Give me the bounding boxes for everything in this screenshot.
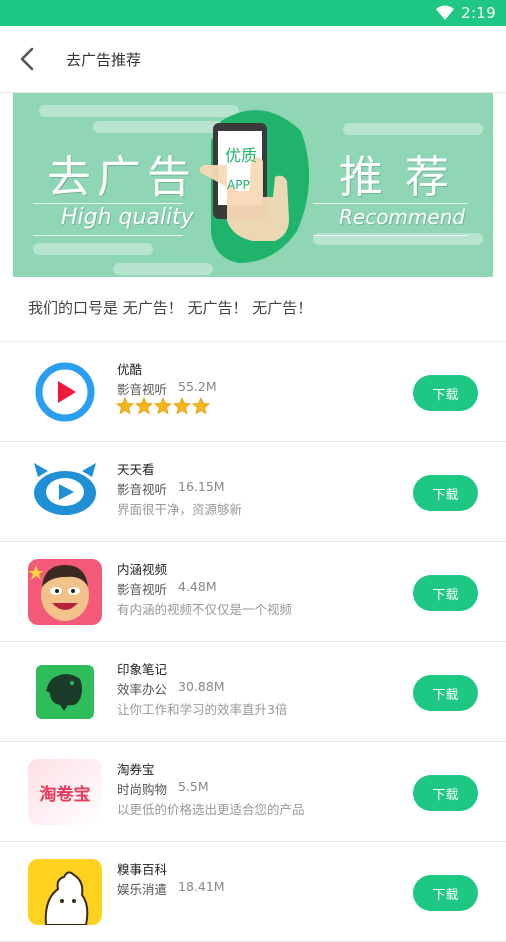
neihan-video-app-icon [28,559,102,625]
app-description: 让你工作和学习的效率直升3倍 [117,702,288,717]
qiushibaike-app-icon [28,859,102,925]
app-description: 有内涵的视频不仅仅是一个视频 [117,602,293,617]
star-icon [154,397,172,415]
phone-hand-illustration: 优质 APP [199,110,310,263]
tiantiankan-app-icon [28,459,102,525]
app-size: 55.2M [178,379,217,394]
app-name: 印象笔记 [117,662,168,677]
list-item[interactable]: 淘卷宝 淘券宝 时尚购物 5.5M 以更低的价格选出更适合您的产品 下载 [0,742,506,842]
taoquanbao-icon-text: 淘卷宝 [40,784,91,805]
promo-banner[interactable]: 去广告 推荐 High quality Recommend 优质 APP [13,93,493,277]
app-list: 优酷 影音视听 55.2M 下载 天天看 影音视听 16.15M 界面很干净，资… [0,342,506,942]
app-category: 影音视听 [117,482,168,497]
list-item[interactable]: 天天看 影音视听 16.15M 界面很干净，资源够新 下载 [0,442,506,542]
list-item[interactable]: 内涵视频 影音视听 4.48M 有内涵的视频不仅仅是一个视频 下载 [0,542,506,642]
app-size: 18.41M [178,879,225,894]
banner-subtitle-right: Recommend [339,205,466,229]
app-description: 界面很干净，资源够新 [117,502,243,517]
status-bar: 2:19 [0,0,506,26]
download-button[interactable]: 下载 [413,775,478,811]
phone-text-1: 优质 [225,146,257,165]
list-item[interactable]: 糗事百科 娱乐消遣 18.41M 下载 [0,842,506,942]
star-icon [192,397,210,415]
banner-title-left: 去广告 [47,152,197,203]
taoquanbao-app-icon: 淘卷宝 [28,759,102,825]
app-category: 影音视听 [117,582,168,597]
app-name: 天天看 [117,462,155,477]
star-icon [135,397,153,415]
app-description: 以更低的价格选出更适合您的产品 [117,802,305,817]
app-size: 4.48M [178,579,217,594]
app-bar: 去广告推荐 [0,26,506,93]
download-button[interactable]: 下载 [413,875,478,911]
page-title: 去广告推荐 [66,51,142,69]
app-category: 效率办公 [117,682,168,697]
banner-subtitle-left: High quality [61,205,194,230]
back-arrow-icon[interactable] [17,46,37,72]
youku-app-icon [28,359,102,425]
download-button[interactable]: 下载 [413,575,478,611]
download-button[interactable]: 下载 [413,375,478,411]
list-item[interactable]: 优酷 影音视听 55.2M 下载 [0,342,506,442]
app-category: 影音视听 [117,382,168,397]
app-category: 娱乐消遣 [117,882,168,897]
list-item[interactable]: 印象笔记 效率办公 30.88M 让你工作和学习的效率直升3倍 下载 [0,642,506,742]
banner-title-right: 推荐 [339,152,471,203]
app-name: 淘券宝 [117,762,155,777]
slogan-text: 我们的口号是 无广告！ 无广告！ 无广告！ [28,299,313,317]
download-button[interactable]: 下载 [413,475,478,511]
app-size: 16.15M [178,479,225,494]
wifi-icon [436,5,454,20]
star-icon [173,397,191,415]
app-name: 优酷 [117,362,143,377]
status-time: 2:19 [461,4,496,22]
app-name: 内涵视频 [117,562,168,577]
star-icon [116,397,134,415]
download-button[interactable]: 下载 [413,675,478,711]
app-size: 5.5M [178,779,209,794]
app-size: 30.88M [178,679,225,694]
app-name: 糗事百科 [117,862,168,877]
rating-stars [116,397,211,415]
app-category: 时尚购物 [117,782,168,797]
phone-text-2: APP [227,178,250,192]
evernote-app-icon [28,659,102,725]
